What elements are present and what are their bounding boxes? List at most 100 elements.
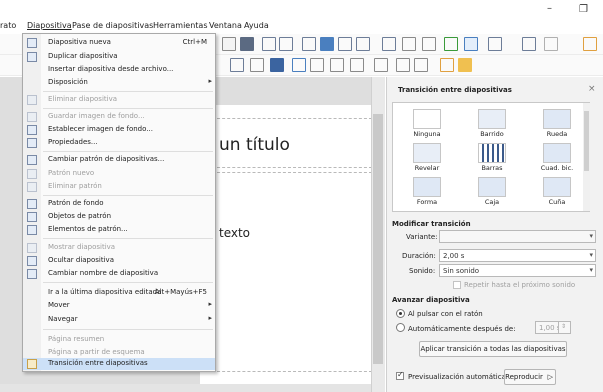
- menu-separator: [43, 329, 213, 330]
- field-icon[interactable]: [422, 37, 436, 51]
- transition-shape[interactable]: Forma: [396, 177, 458, 209]
- advance-auto-radio[interactable]: [396, 323, 405, 332]
- transition-label: Revelar: [414, 164, 440, 172]
- menu-item-duplicate-slide[interactable]: Duplicar diapositiva: [23, 51, 215, 63]
- display-icon[interactable]: [240, 37, 254, 51]
- menu-item-master-background[interactable]: Patrón de fondo: [23, 198, 215, 210]
- fill-color-icon[interactable]: [270, 58, 284, 72]
- fontwork-icon[interactable]: [382, 37, 396, 51]
- content-placeholder[interactable]: [212, 172, 372, 372]
- menu-separator: [43, 238, 213, 239]
- menu-item-slide-transition[interactable]: Transición entre diapositivas: [23, 358, 215, 370]
- animation-icon[interactable]: [464, 37, 478, 51]
- transition-label: Cuña: [548, 198, 566, 206]
- transition-wipe[interactable]: Barrido: [461, 109, 523, 141]
- special-character-icon[interactable]: [402, 37, 416, 51]
- comment-icon[interactable]: [583, 37, 597, 51]
- menu-item-shortcut: Alt+Mayús+F5: [154, 288, 207, 296]
- menu-item-navigate[interactable]: Navegar ▸: [23, 314, 215, 326]
- arrange-icon[interactable]: [330, 58, 344, 72]
- menu-item-properties[interactable]: Propiedades...: [23, 137, 215, 149]
- menu-pase-diapositivas[interactable]: Pase de diapositivas: [72, 21, 153, 30]
- menu-item-last-edited-slide[interactable]: Ir a la última diapositiva editada Alt+M…: [23, 287, 215, 299]
- menu-item-new-master[interactable]: Patrón nuevo: [23, 168, 215, 180]
- menu-herramientas[interactable]: Herramientas: [153, 21, 208, 30]
- apply-to-all-button[interactable]: Aplicar transición a todas las diapositi…: [419, 341, 567, 357]
- transition-box[interactable]: Caja: [461, 177, 523, 209]
- transition-wheel[interactable]: Rueda: [526, 109, 588, 141]
- group-icon[interactable]: [396, 58, 410, 72]
- variant-dropdown[interactable]: ▾: [439, 230, 596, 243]
- glue-icon[interactable]: [440, 58, 454, 72]
- menu-item-rename-slide[interactable]: Cambiar nombre de diapositiva: [23, 268, 215, 280]
- textbox-icon[interactable]: [356, 37, 370, 51]
- box-transition-icon: [478, 177, 506, 197]
- menu-item-hide-slide[interactable]: Ocultar diapositiva: [23, 255, 215, 267]
- notes-view-icon[interactable]: [279, 37, 293, 51]
- menu-item-new-slide[interactable]: Diapositiva nueva Ctrl+M: [23, 37, 215, 49]
- slide-layout-icon[interactable]: [222, 37, 236, 51]
- uncover-transition-icon: [413, 143, 441, 163]
- distribute-icon[interactable]: [350, 58, 364, 72]
- link-icon[interactable]: [444, 37, 458, 51]
- vertical-scrollbar-thumb[interactable]: [373, 114, 383, 364]
- table-icon[interactable]: [302, 37, 316, 51]
- content-placeholder-text: texto: [219, 226, 251, 240]
- menu-item-master-elements[interactable]: Elementos de patrón...: [23, 224, 215, 236]
- transition-none[interactable]: Ninguna: [396, 109, 458, 141]
- menu-item-layout[interactable]: Disposición ▸: [23, 77, 215, 89]
- time-stepper-icon[interactable]: ⇕: [558, 321, 571, 334]
- shadow-icon[interactable]: [374, 58, 388, 72]
- transition-bars[interactable]: Barras: [461, 143, 523, 175]
- gallery-scrollbar-thumb[interactable]: [584, 111, 589, 171]
- duplicate-slide-toolbar-icon[interactable]: [522, 37, 536, 51]
- menu-item-label: Patrón nuevo: [48, 169, 95, 177]
- transition-checkerboard[interactable]: Cuad. bic.: [526, 143, 588, 175]
- menu-item-set-background[interactable]: Establecer imagen de fondo...: [23, 124, 215, 136]
- transition-uncover[interactable]: Revelar: [396, 143, 458, 175]
- play-button[interactable]: Reproducir ▷: [504, 369, 556, 385]
- menu-item-change-master[interactable]: Cambiar patrón de diapositivas...: [23, 154, 215, 166]
- master-objects-icon: [27, 212, 37, 222]
- repeat-sound-checkbox[interactable]: [453, 281, 461, 289]
- delete-slide-toolbar-icon[interactable]: [544, 37, 558, 51]
- duration-input[interactable]: 2,00 s ▾: [439, 249, 596, 262]
- extrusion-icon[interactable]: [458, 58, 472, 72]
- master-view-icon[interactable]: [262, 37, 276, 51]
- points-icon[interactable]: [414, 58, 428, 72]
- master-elements-icon: [27, 225, 37, 235]
- sidebar-title: Transición entre diapositivas: [398, 86, 512, 94]
- menu-item-master-objects[interactable]: Objetos de patrón: [23, 211, 215, 223]
- submenu-arrow-icon: ▸: [208, 77, 212, 85]
- menu-ventana[interactable]: Ventana: [209, 21, 242, 30]
- window-controls: – ❐: [543, 3, 603, 17]
- menu-ayuda[interactable]: Ayuda: [244, 21, 269, 30]
- auto-preview-checkbox[interactable]: [396, 370, 404, 380]
- menu-item-move[interactable]: Mover ▸: [23, 300, 215, 312]
- menu-item-delete-slide[interactable]: Eliminar diapositiva: [23, 94, 215, 106]
- gallery-scrollbar[interactable]: [583, 103, 590, 211]
- minimize-button[interactable]: –: [547, 3, 552, 14]
- new-master-icon: [27, 169, 37, 179]
- transition-wedge[interactable]: Cuña: [526, 177, 588, 209]
- menu-item-save-background[interactable]: Guardar imagen de fondo...: [23, 111, 215, 123]
- horizontal-scrollbar[interactable]: [0, 384, 371, 392]
- new-slide-toolbar-icon[interactable]: [488, 37, 502, 51]
- close-icon[interactable]: ×: [588, 84, 596, 94]
- menu-item-insert-slide-file[interactable]: Insertar diapositiva desde archivo...: [23, 64, 215, 76]
- transition-label: Forma: [416, 198, 438, 206]
- shape-icon[interactable]: [230, 58, 244, 72]
- image-icon[interactable]: [320, 37, 334, 51]
- menu-formato[interactable]: rato: [0, 21, 16, 30]
- menu-item-summary-page[interactable]: Página resumen: [23, 334, 215, 346]
- menu-diapositiva[interactable]: Diapositiva: [27, 21, 72, 30]
- align-icon[interactable]: [310, 58, 324, 72]
- advance-on-click-radio[interactable]: [396, 309, 405, 318]
- sound-dropdown[interactable]: Sin sonido ▾: [439, 264, 596, 277]
- menu-item-delete-master[interactable]: Eliminar patrón: [23, 181, 215, 193]
- menu-item-show-slide[interactable]: Mostrar diapositiva: [23, 242, 215, 254]
- chart-icon[interactable]: [338, 37, 352, 51]
- crop-icon[interactable]: [292, 58, 306, 72]
- restore-button[interactable]: ❐: [579, 4, 588, 15]
- star-icon[interactable]: [250, 58, 264, 72]
